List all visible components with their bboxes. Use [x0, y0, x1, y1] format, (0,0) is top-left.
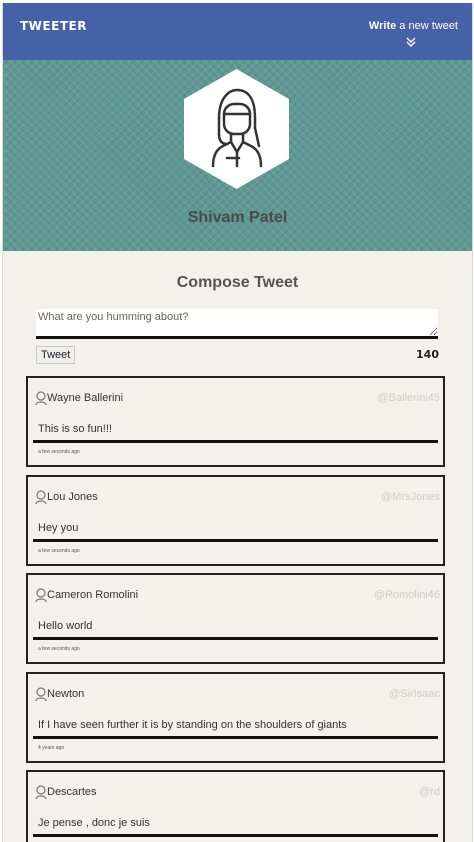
write-tweet-rest: a new tweet	[396, 20, 458, 32]
tweet-text: If I have seen further it is by standing…	[38, 719, 347, 731]
tweet-author-name[interactable]: Descartes	[47, 786, 97, 798]
tweet-author-handle[interactable]: @Ballerini45	[377, 392, 440, 404]
user-avatar-icon	[35, 490, 47, 504]
compose-title: Compose Tweet	[176, 274, 299, 291]
double-chevron-down-icon[interactable]	[405, 36, 417, 48]
tweet-author-handle[interactable]: @Romolini46	[374, 589, 440, 601]
tweet-card: Wayne Ballerini @Ballerini45 This is so …	[26, 376, 445, 467]
tweet-author-handle[interactable]: @rd	[419, 786, 440, 798]
tweet-card: Descartes @rd Je pense , donc je suis	[26, 770, 445, 842]
char-counter: 140	[416, 348, 439, 361]
tweet-text: This is so fun!!!	[38, 423, 112, 435]
user-avatar-icon	[35, 391, 47, 405]
tweet-text: Je pense , donc je suis	[38, 817, 150, 829]
tweet-divider	[33, 736, 438, 739]
person-avatar-icon	[184, 69, 289, 189]
user-avatar-icon	[35, 785, 47, 799]
tweet-author-name[interactable]: Newton	[47, 688, 84, 700]
tweet-divider	[33, 539, 438, 542]
tweet-divider	[33, 637, 438, 640]
tweet-divider	[33, 440, 438, 443]
tweet-author-handle[interactable]: @MrsJones	[381, 491, 440, 503]
write-tweet-link[interactable]: Write a new tweet	[369, 20, 458, 32]
navbar: TWEETER Write a new tweet	[3, 3, 472, 60]
tweet-text: Hello world	[38, 620, 93, 632]
write-tweet-bold: Write	[368, 20, 397, 32]
tweet-text: Hey you	[38, 522, 79, 534]
tweet-button[interactable]: Tweet	[36, 346, 76, 364]
tweet-card: Lou Jones @MrsJones Hey you a few second…	[26, 475, 445, 566]
tweet-timestamp: a few seconds ago	[38, 548, 80, 554]
tweet-divider	[33, 834, 438, 837]
compose-input[interactable]	[36, 309, 438, 339]
tweet-timestamp: a few seconds ago	[38, 449, 80, 455]
user-avatar-icon	[35, 687, 47, 701]
user-avatar-icon	[35, 588, 47, 602]
tweet-author-name[interactable]: Cameron Romolini	[47, 589, 138, 601]
tweet-author-handle[interactable]: @SirIsaac	[389, 688, 440, 700]
tweet-timestamp: 4 years ago	[38, 745, 65, 751]
tweet-author-name[interactable]: Lou Jones	[47, 491, 98, 503]
profile-banner: Shivam Patel	[3, 60, 472, 251]
profile-name: Shivam Patel	[187, 209, 288, 226]
app-frame: TWEETER Write a new tweet Shivam Patel C…	[2, 3, 473, 842]
brand-logo[interactable]: TWEETER	[20, 19, 87, 33]
tweet-card: Newton @SirIsaac If I have seen further …	[26, 672, 445, 763]
tweet-author-name[interactable]: Wayne Ballerini	[47, 392, 123, 404]
tweet-card: Cameron Romolini @Romolini46 Hello world…	[26, 573, 445, 664]
tweet-timestamp: a few seconds ago	[38, 646, 80, 652]
